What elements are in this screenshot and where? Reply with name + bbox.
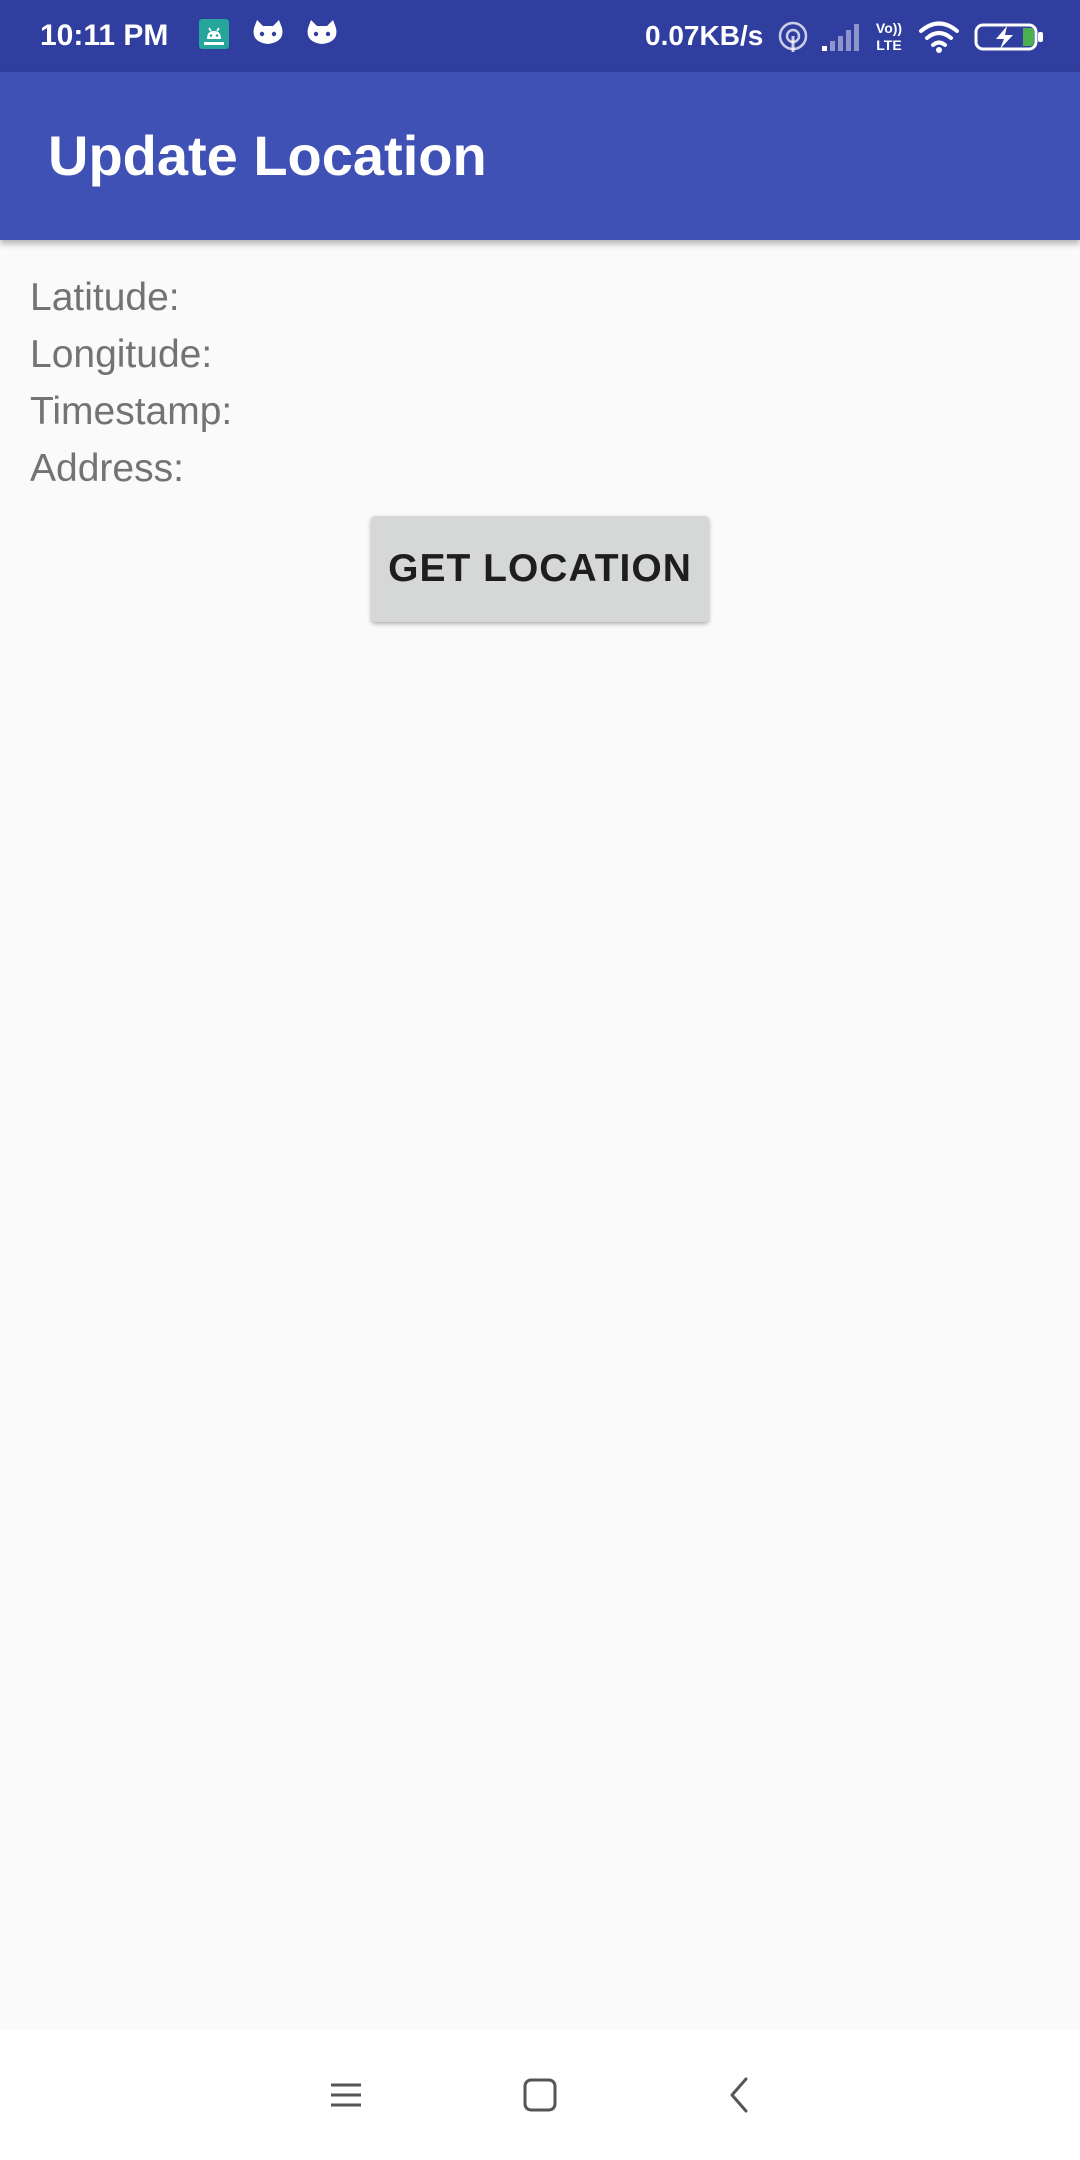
hotspot-icon bbox=[778, 21, 808, 52]
volte-icon: Vo)) LTE bbox=[876, 20, 902, 53]
get-location-button[interactable]: GET LOCATION bbox=[371, 516, 709, 622]
longitude-label: Longitude: bbox=[30, 333, 213, 376]
page-title: Update Location bbox=[48, 124, 487, 187]
app-bar: Update Location bbox=[0, 72, 1080, 240]
main-content: Latitude: Longitude: Timestamp: Address:… bbox=[0, 240, 1080, 2030]
signal-icon bbox=[822, 24, 859, 51]
timestamp-label: Timestamp: bbox=[30, 390, 233, 433]
latitude-label: Latitude: bbox=[30, 276, 180, 319]
cat-notification-icon bbox=[307, 20, 337, 44]
home-icon[interactable] bbox=[510, 2065, 570, 2125]
menu-icon[interactable] bbox=[316, 2065, 376, 2125]
wifi-icon bbox=[919, 21, 959, 53]
status-bar: 10:11 PM 0.07KB/s Vo)) LTE bbox=[0, 0, 1080, 72]
svg-text:Vo)): Vo)) bbox=[876, 20, 902, 36]
battery-charging-icon bbox=[974, 23, 1043, 51]
android-debug-icon bbox=[199, 19, 229, 49]
cat-notification-icon bbox=[253, 20, 283, 44]
back-icon[interactable] bbox=[710, 2065, 770, 2125]
navigation-bar bbox=[0, 2030, 1080, 2160]
network-speed: 0.07KB/s bbox=[645, 20, 764, 51]
svg-text:LTE: LTE bbox=[876, 37, 901, 53]
address-label: Address: bbox=[30, 447, 184, 490]
status-time: 10:11 PM bbox=[40, 19, 169, 52]
